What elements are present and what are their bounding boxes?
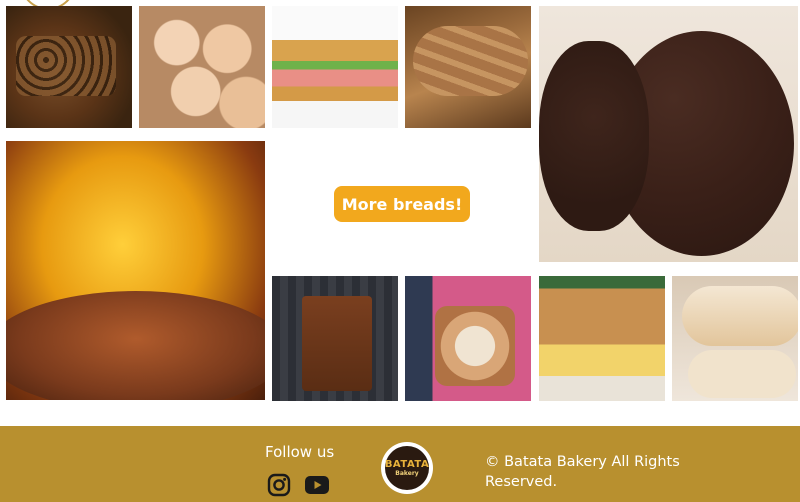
gallery-image-pullman-bread[interactable] <box>405 276 531 401</box>
copyright-text: © Batata Bakery All Rights Reserved. <box>485 454 680 490</box>
gallery-image-loaf-slices[interactable] <box>272 276 398 401</box>
gallery-image-raisin-cake[interactable] <box>539 276 665 401</box>
brand-logo[interactable]: BATATA Bakery <box>381 442 433 494</box>
brand-logo-name: BATATA <box>384 458 430 470</box>
gallery-image-fruit-bread[interactable] <box>6 6 132 128</box>
gallery-image-chocolate-cookies[interactable] <box>539 6 798 262</box>
gallery-image-baguette[interactable] <box>405 6 531 128</box>
gallery-image-honey-bread[interactable] <box>6 141 265 400</box>
brand-logo-sub: Bakery <box>395 469 419 477</box>
youtube-icon[interactable] <box>304 474 330 496</box>
gallery-image-sandwich[interactable] <box>272 6 398 128</box>
instagram-icon[interactable] <box>267 473 291 497</box>
more-breads-button[interactable]: More breads! <box>334 186 470 222</box>
gallery-image-cheese-buns[interactable] <box>139 6 265 128</box>
follow-us-label: Follow us <box>265 443 335 461</box>
gallery-image-white-bread[interactable] <box>672 276 798 401</box>
site-footer: Follow us BATATA Bakery © Batata Bakery … <box>0 426 800 502</box>
